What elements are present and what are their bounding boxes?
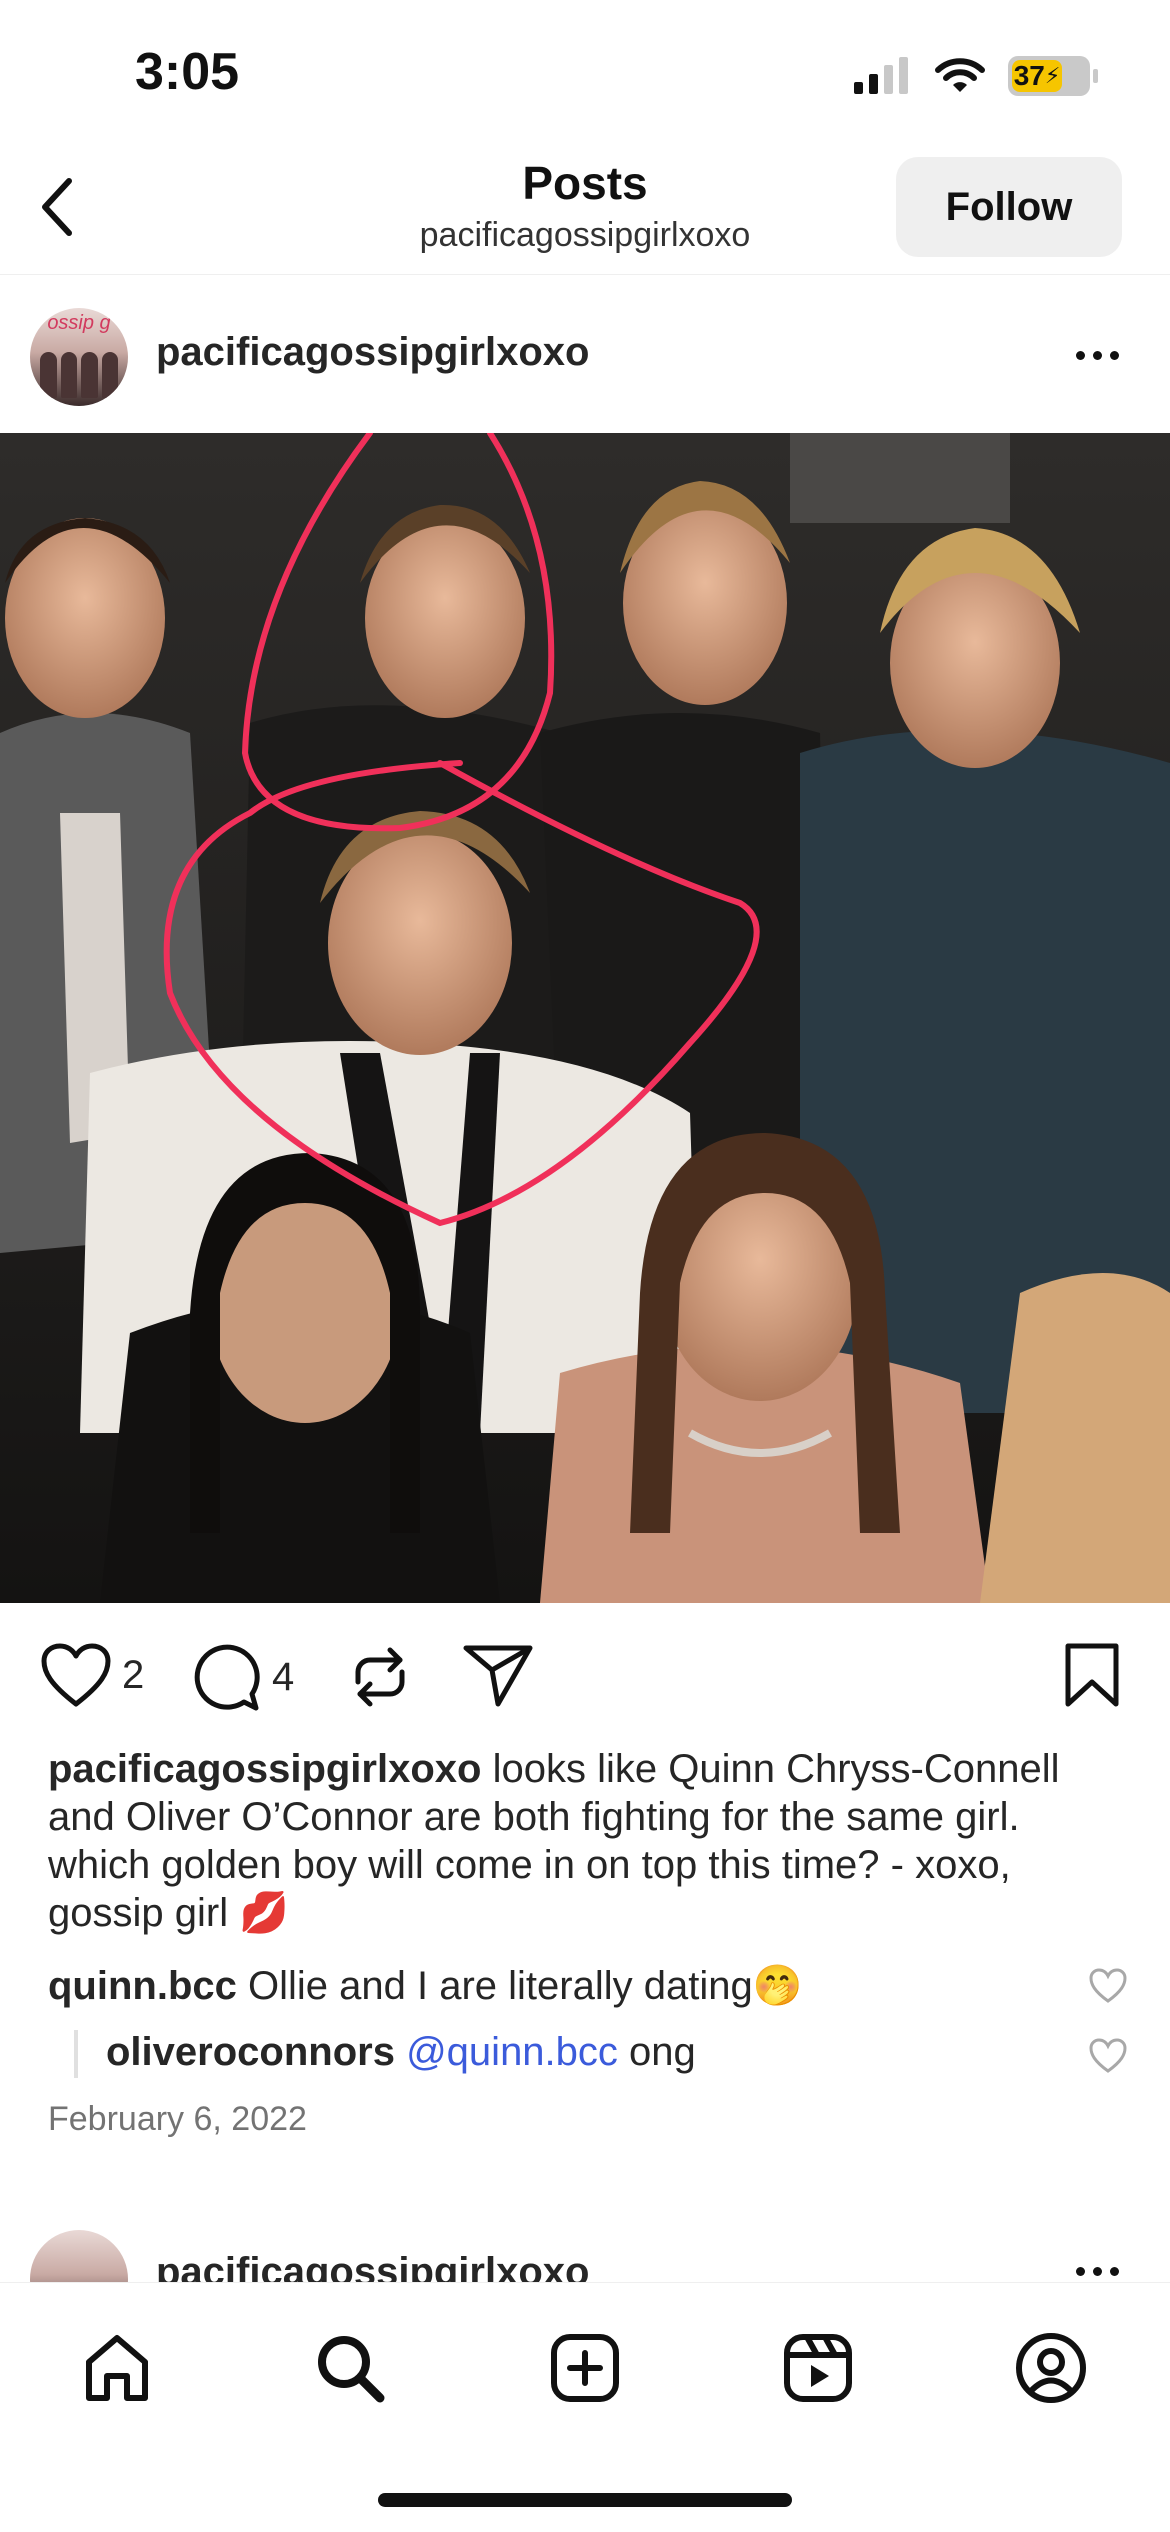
- post-header: ossip g pacificagossipgirlxoxo: [0, 290, 1170, 420]
- like-button[interactable]: 2: [40, 1642, 144, 1708]
- comment-count: 4: [272, 1654, 295, 1699]
- status-bar: 3:05 37 ⚡: [0, 0, 1170, 150]
- group-photo: [0, 433, 1170, 1603]
- share-button[interactable]: [462, 1642, 534, 1708]
- more-options-button[interactable]: [1062, 2246, 1132, 2282]
- post-username[interactable]: pacificagossipgirlxoxo: [156, 330, 589, 375]
- repost-button[interactable]: [348, 1642, 412, 1712]
- create-icon: [551, 2334, 619, 2402]
- save-button[interactable]: [1064, 1642, 1120, 1708]
- home-icon: [86, 2335, 148, 2401]
- repost-icon: [355, 1647, 405, 1707]
- more-icon: [1075, 350, 1085, 360]
- bottom-tab-bar: [0, 2282, 1170, 2532]
- avatar-logo-text: ossip g: [47, 312, 111, 334]
- more-options-button[interactable]: [1062, 330, 1132, 380]
- bookmark-icon: [1065, 1643, 1119, 1707]
- comment-button[interactable]: 4: [192, 1642, 294, 1712]
- reels-icon: [784, 2334, 852, 2402]
- like-count: 2: [122, 1652, 145, 1697]
- next-post-header: pacificagossipgirlxoxo: [0, 2222, 1170, 2282]
- comment-username[interactable]: quinn.bcc: [48, 1964, 237, 2008]
- post-photo[interactable]: [0, 433, 1170, 1603]
- home-indicator: [378, 2493, 792, 2507]
- reply-mention[interactable]: @quinn.bcc: [406, 2030, 618, 2074]
- battery-icon: 37 ⚡: [1008, 56, 1098, 96]
- post-username[interactable]: pacificagossipgirlxoxo: [156, 2250, 589, 2282]
- follow-button[interactable]: Follow: [896, 157, 1122, 257]
- comment-like-icon[interactable]: [1088, 1966, 1128, 2006]
- status-time: 3:05: [135, 43, 240, 101]
- comment-item: quinn.bcc Ollie and I are literally dati…: [48, 1962, 1048, 2009]
- reply-item: oliveroconnors @quinn.bcc ong: [74, 2030, 696, 2078]
- comment-text: Ollie and I are literally dating🤭: [248, 1964, 803, 2008]
- tab-reels[interactable]: [773, 2323, 863, 2413]
- comment-icon: [194, 1644, 260, 1711]
- tab-home[interactable]: [72, 2323, 162, 2413]
- post-actions: 2 4: [0, 1628, 1170, 1724]
- profile-icon: [1016, 2333, 1086, 2403]
- cellular-signal-icon: [854, 57, 908, 94]
- heart-icon: [41, 1643, 111, 1707]
- post-date: February 6, 2022: [48, 2100, 307, 2138]
- tab-create[interactable]: [540, 2323, 630, 2413]
- wifi-icon: [935, 58, 985, 92]
- post-caption: pacificagossipgirlxoxo looks like Quinn …: [48, 1745, 1108, 1937]
- reply-username[interactable]: oliveroconnors: [106, 2030, 395, 2074]
- send-icon: [463, 1645, 533, 1707]
- battery-level: 37 ⚡: [1012, 60, 1062, 92]
- status-icons: 37 ⚡: [852, 56, 1098, 96]
- tab-profile[interactable]: [1006, 2323, 1096, 2413]
- more-icon: [1075, 2266, 1085, 2276]
- reply-like-icon[interactable]: [1088, 2036, 1128, 2076]
- tab-search[interactable]: [305, 2323, 395, 2413]
- posts-header: Posts pacificagossipgirlxoxo Follow: [0, 150, 1170, 275]
- search-icon: [318, 2336, 385, 2403]
- reply-text: ong: [629, 2030, 696, 2074]
- avatar[interactable]: [30, 2230, 128, 2282]
- avatar[interactable]: ossip g: [30, 308, 128, 406]
- caption-username[interactable]: pacificagossipgirlxoxo: [48, 1747, 481, 1791]
